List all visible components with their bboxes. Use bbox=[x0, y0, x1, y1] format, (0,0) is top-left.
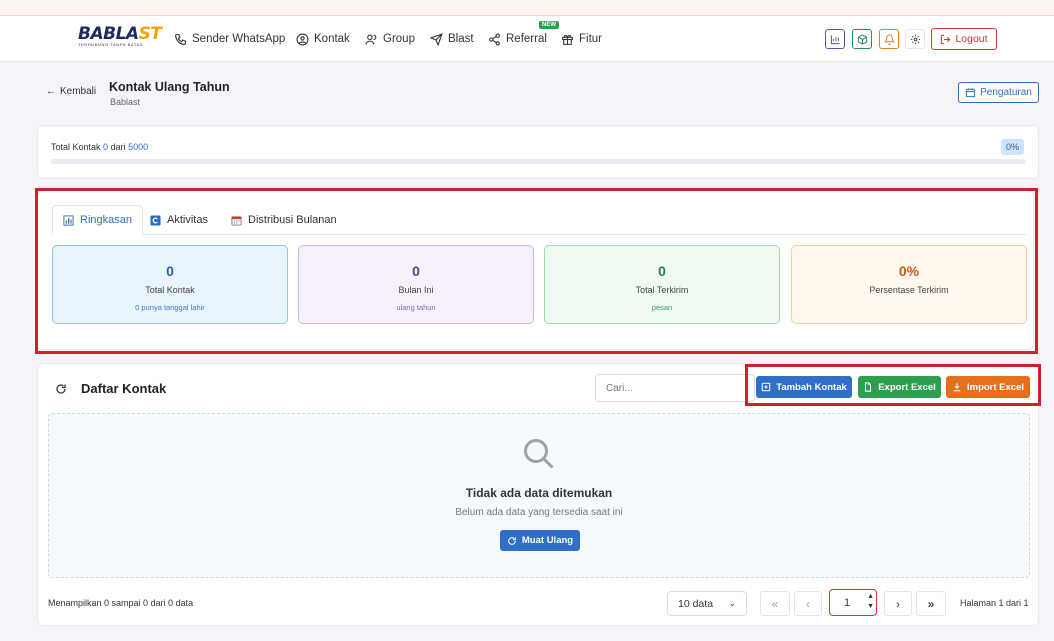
percent-badge: 0% bbox=[1000, 139, 1024, 155]
phone-icon bbox=[175, 33, 186, 45]
reload-button[interactable]: Muat Ulang bbox=[500, 530, 580, 551]
page-info: Halaman 1 dari 1 bbox=[960, 598, 1029, 608]
navbar: BABLAST TERHUBUNG TANPA BATAS Sender Wha… bbox=[0, 16, 1054, 62]
chevron-down-icon: ⌄ bbox=[728, 598, 736, 608]
box-icon bbox=[857, 33, 867, 45]
new-badge: NEW bbox=[539, 21, 559, 29]
tab-ringkasan[interactable]: Ringkasan bbox=[52, 205, 143, 235]
nav-sender-whatsapp[interactable]: Sender WhatsApp bbox=[174, 16, 285, 62]
empty-title: Tidak ada data ditemukan bbox=[465, 486, 613, 500]
arrow-left-icon: ← bbox=[46, 86, 56, 97]
page-title: Kontak Ulang Tahun bbox=[109, 80, 230, 94]
total-contacts-label: Total Kontak 0 dari 5000 bbox=[51, 142, 149, 152]
gear-icon bbox=[910, 34, 920, 44]
list-title: Daftar Kontak bbox=[55, 381, 166, 396]
refresh-icon bbox=[508, 536, 516, 545]
empty-subtitle: Belum ada data yang tersedia saat ini bbox=[455, 507, 623, 518]
tab-distribusi-bulanan[interactable]: Distribusi Bulanan bbox=[221, 205, 347, 235]
calendar-icon bbox=[231, 215, 242, 226]
back-link[interactable]: ← Kembali bbox=[46, 86, 96, 97]
file-icon bbox=[865, 382, 872, 392]
showing-text: Menampilkan 0 sampai 0 dari 0 data bbox=[48, 598, 194, 608]
nav-blast[interactable]: Blast bbox=[430, 16, 474, 62]
add-contact-button[interactable]: Tambah Kontak bbox=[756, 376, 852, 398]
refresh-icon[interactable] bbox=[55, 383, 67, 395]
bell-icon bbox=[883, 33, 895, 45]
import-excel-button[interactable]: Import Excel bbox=[946, 376, 1030, 398]
usage-progress-bar bbox=[51, 159, 1026, 164]
export-excel-button[interactable]: Export Excel bbox=[858, 376, 941, 398]
gift-icon bbox=[562, 34, 573, 45]
settings-button[interactable]: Pengaturan bbox=[958, 82, 1039, 103]
nav-kontak[interactable]: Kontak bbox=[296, 16, 350, 62]
stat-total-terkirim: 0 Total Terkirim pesan bbox=[544, 245, 780, 324]
users-icon bbox=[365, 34, 377, 44]
page-number-input[interactable]: 1 ▲ ▼ bbox=[829, 589, 877, 616]
stat-total-kontak: 0 Total Kontak 0 punya tanggal lahir bbox=[52, 245, 288, 324]
stat-bulan-ini: 0 Bulan Ini ulang tahun bbox=[298, 245, 534, 324]
search-input[interactable] bbox=[595, 374, 755, 402]
chart-button[interactable] bbox=[825, 29, 845, 49]
share-icon bbox=[489, 33, 500, 45]
next-page-button[interactable]: › bbox=[884, 591, 912, 616]
chart-icon bbox=[830, 34, 840, 44]
empty-state: Tidak ada data ditemukan Belum ada data … bbox=[48, 413, 1030, 578]
last-page-button[interactable]: » bbox=[916, 591, 946, 616]
download-icon bbox=[953, 383, 961, 392]
tab-aktivitas[interactable]: Aktivitas bbox=[140, 205, 218, 235]
logout-icon bbox=[941, 34, 951, 44]
notification-button[interactable] bbox=[879, 29, 899, 49]
contact-list-card: Daftar Kontak Tambah Kontak Export Excel… bbox=[37, 363, 1039, 626]
per-page-select[interactable]: 10 data ⌄ bbox=[667, 591, 747, 616]
box-button[interactable] bbox=[852, 29, 872, 49]
browser-top-strip bbox=[0, 0, 1054, 16]
summary-card: Ringkasan Aktivitas Distribusi Bulanan 0… bbox=[37, 190, 1034, 350]
summary-tabs: Ringkasan Aktivitas Distribusi Bulanan bbox=[52, 205, 1026, 235]
send-icon bbox=[430, 32, 443, 46]
settings-icon-button[interactable] bbox=[905, 29, 925, 49]
first-page-button[interactable]: « bbox=[760, 591, 790, 616]
nav-group[interactable]: Group bbox=[365, 16, 415, 62]
calendar-settings-icon bbox=[966, 88, 976, 98]
chart-icon bbox=[63, 214, 74, 226]
page-subtitle: Bablast bbox=[110, 97, 141, 107]
stat-persentase-terkirim: 0% Persentase Terkirim bbox=[791, 245, 1027, 324]
nav-fitur[interactable]: Fitur bbox=[561, 16, 602, 62]
logout-button[interactable]: Logout bbox=[931, 28, 997, 50]
page-spinner-icon[interactable]: ▲ ▼ bbox=[867, 592, 874, 612]
logo[interactable]: BABLAST TERHUBUNG TANPA BATAS bbox=[78, 24, 162, 54]
activity-icon bbox=[150, 214, 161, 226]
prev-page-button[interactable]: ‹ bbox=[794, 591, 822, 616]
search-icon bbox=[524, 439, 554, 469]
plus-square-icon bbox=[761, 382, 771, 392]
total-contacts-card: Total Kontak 0 dari 5000 0% bbox=[37, 125, 1039, 179]
user-circle-icon bbox=[296, 33, 309, 45]
